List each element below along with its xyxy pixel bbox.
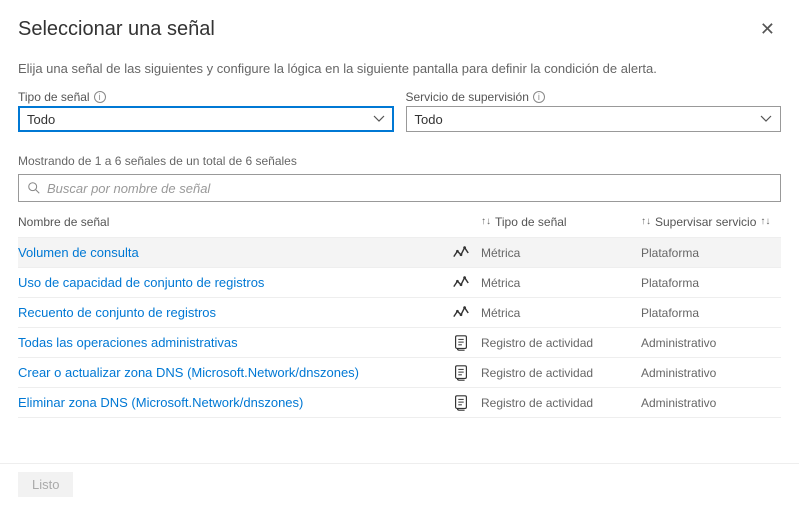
activity-log-icon <box>441 394 481 412</box>
signal-type-dropdown[interactable]: Todo <box>18 106 394 132</box>
monitor-service: Administrativo <box>641 366 781 380</box>
monitor-service: Administrativo <box>641 336 781 350</box>
panel-title: Seleccionar una señal <box>18 18 215 41</box>
signal-type-label: Tipo de señal i <box>18 90 394 104</box>
monitor-service: Plataforma <box>641 306 781 320</box>
sort-icon: ↑↓ <box>481 216 491 227</box>
monitor-service-label: Servicio de supervisión i <box>406 90 782 104</box>
table-row[interactable]: Crear o actualizar zona DNS (Microsoft.N… <box>18 358 781 388</box>
column-monitor-service-label: Supervisar servicio <box>655 215 756 229</box>
signal-name[interactable]: Uso de capacidad de conjunto de registro… <box>18 275 441 290</box>
monitor-service-dropdown[interactable]: Todo <box>406 106 782 132</box>
info-icon[interactable]: i <box>94 91 106 103</box>
signal-type: Registro de actividad <box>481 366 641 380</box>
signal-type: Registro de actividad <box>481 336 641 350</box>
signal-type: Métrica <box>481 276 641 290</box>
signal-type-label-text: Tipo de señal <box>18 90 90 104</box>
monitor-service: Plataforma <box>641 246 781 260</box>
column-monitor-service[interactable]: ↑↓ Supervisar servicio ↑↓ <box>641 215 781 229</box>
column-signal-name[interactable]: Nombre de señal <box>18 215 441 229</box>
table-row[interactable]: Eliminar zona DNS (Microsoft.Network/dns… <box>18 388 781 418</box>
search-input[interactable] <box>47 181 772 196</box>
table-row[interactable]: Recuento de conjunto de registros Métrica… <box>18 298 781 328</box>
monitor-service-value: Todo <box>415 112 443 127</box>
chevron-down-icon <box>760 113 772 125</box>
signal-type: Métrica <box>481 306 641 320</box>
table-header: Nombre de señal ↑↓ Tipo de señal ↑↓ Supe… <box>18 206 781 238</box>
activity-log-icon <box>441 334 481 352</box>
column-signal-type-label: Tipo de señal <box>495 215 567 229</box>
column-signal-type[interactable]: ↑↓ Tipo de señal <box>481 215 641 229</box>
sort-icon: ↑↓ <box>641 216 651 227</box>
monitor-service: Administrativo <box>641 396 781 410</box>
table-row[interactable]: Volumen de consulta MétricaPlataforma <box>18 238 781 268</box>
panel-subtitle: Elija una señal de las siguientes y conf… <box>18 61 781 76</box>
metric-icon <box>441 274 481 292</box>
signal-name[interactable]: Volumen de consulta <box>18 245 441 260</box>
metric-icon <box>441 244 481 262</box>
search-icon <box>27 181 41 195</box>
done-button[interactable]: Listo <box>18 472 73 497</box>
table-row[interactable]: Todas las operaciones administrativas Reg… <box>18 328 781 358</box>
search-box[interactable] <box>18 174 781 202</box>
close-button[interactable]: ✕ <box>754 18 781 40</box>
signal-name[interactable]: Todas las operaciones administrativas <box>18 335 441 350</box>
activity-log-icon <box>441 364 481 382</box>
table-row[interactable]: Uso de capacidad de conjunto de registro… <box>18 268 781 298</box>
signal-name[interactable]: Crear o actualizar zona DNS (Microsoft.N… <box>18 365 441 380</box>
chevron-down-icon <box>373 113 385 125</box>
signal-type: Registro de actividad <box>481 396 641 410</box>
panel-footer: Listo <box>0 463 799 505</box>
signal-type: Métrica <box>481 246 641 260</box>
signal-name[interactable]: Eliminar zona DNS (Microsoft.Network/dns… <box>18 395 441 410</box>
info-icon[interactable]: i <box>533 91 545 103</box>
signal-type-value: Todo <box>27 112 55 127</box>
signal-name[interactable]: Recuento de conjunto de registros <box>18 305 441 320</box>
monitor-service-label-text: Servicio de supervisión <box>406 90 529 104</box>
metric-icon <box>441 304 481 322</box>
sort-icon: ↑↓ <box>760 216 770 227</box>
result-count: Mostrando de 1 a 6 señales de un total d… <box>18 154 781 168</box>
monitor-service: Plataforma <box>641 276 781 290</box>
